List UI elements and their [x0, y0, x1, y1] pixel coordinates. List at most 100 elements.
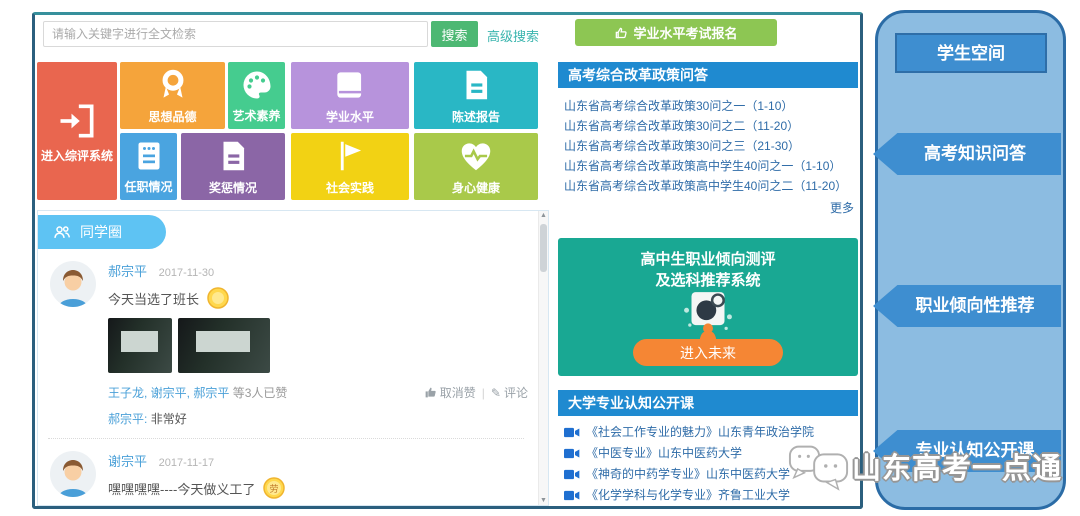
scrollbar[interactable]: ▲ ▼	[538, 211, 548, 505]
tile-label: 艺术素养	[232, 107, 280, 124]
door-enter-icon	[55, 99, 99, 143]
open-courses-header: 大学专业认知公开课	[558, 390, 858, 416]
banner-title-line1: 高中生职业倾向测评	[558, 249, 858, 270]
tile-artistic-quality[interactable]: 艺术素养	[228, 62, 285, 129]
tile-enter-review-system[interactable]: 进入综评系统	[37, 62, 117, 200]
video-camera-icon	[564, 448, 580, 459]
classmate-circle-header: 同学圈	[38, 215, 166, 249]
classmate-circle-title: 同学圈	[80, 222, 122, 242]
sidebar-item-student-space[interactable]: 学生空间	[895, 33, 1047, 73]
like-count-text: 等3人已赞	[233, 386, 288, 400]
book-icon	[331, 66, 369, 104]
comment-text: 非常好	[151, 412, 187, 426]
photo-detail	[121, 331, 158, 352]
policy-link[interactable]: 山东省高考综合改革政策高中学生40问之二（11-20）	[564, 176, 858, 196]
report-document-icon	[457, 66, 495, 104]
policy-link[interactable]: 山东省高考综合改革政策高中学生40问之一（1-10）	[564, 156, 858, 176]
post-photos	[108, 318, 528, 373]
banner-title-line2: 及选科推荐系统	[558, 270, 858, 291]
career-test-illustration-icon	[675, 292, 741, 340]
career-assessment-banner[interactable]: 高中生职业倾向测评 及选科推荐系统 进入未来	[558, 238, 858, 376]
tile-label: 身心健康	[452, 179, 500, 196]
tile-label: 社会实践	[326, 179, 374, 196]
advanced-search-link[interactable]: 高级搜索	[487, 26, 539, 45]
policy-link[interactable]: 山东省高考综合改革政策30问之三（21-30）	[564, 136, 858, 156]
right-column: 高考综合改革政策问答 山东省高考综合改革政策30问之一（1-10） 山东省高考综…	[558, 15, 858, 509]
tile-physical-mental-health[interactable]: 身心健康	[414, 133, 538, 200]
course-item[interactable]: 《用外语照亮“一带一路”》山东青年政治学院	[564, 506, 858, 509]
award-document-icon	[214, 137, 252, 175]
scrollbar-thumb[interactable]	[540, 224, 547, 272]
separator: |	[482, 386, 485, 400]
post-text: 今天当选了班长	[108, 289, 199, 308]
tile-statement-report[interactable]: 陈述报告	[414, 62, 538, 129]
tile-label: 进入综评系统	[41, 147, 113, 164]
tile-label: 学业水平	[326, 108, 374, 125]
pencil-icon: ✎	[491, 386, 501, 400]
heart-pulse-icon	[457, 137, 495, 175]
tile-label: 奖惩情况	[209, 179, 257, 196]
course-title: 《神奇的中药学专业》山东中医药大学	[586, 464, 790, 485]
video-camera-icon	[564, 427, 580, 438]
tile-label: 思想品德	[148, 108, 196, 125]
sidebar-item-gaokao-qa[interactable]: 高考知识问答	[873, 133, 1061, 175]
tile-moral-character[interactable]: 思想品德	[120, 62, 225, 129]
palette-icon	[239, 67, 275, 103]
gold-coin-badge-icon	[207, 287, 229, 309]
policy-qa-section: 高考综合改革政策问答 山东省高考综合改革政策30问之一（1-10） 山东省高考综…	[558, 62, 858, 216]
scrollbar-down-arrow[interactable]: ▼	[539, 497, 548, 504]
policy-qa-header: 高考综合改革政策问答	[558, 62, 858, 88]
badge-character: 劳	[270, 483, 279, 494]
main-panel: 搜索 高级搜索 学业水平考试报名 进入综评系统 思想品德	[32, 12, 863, 509]
page: 搜索 高级搜索 学业水平考试报名 进入综评系统 思想品德	[0, 0, 1080, 516]
tile-label: 任职情况	[124, 178, 172, 195]
feed-post: 谢宗平 2017-11-17 嘿嘿嘿嘿----今天做义工了 劳 谢宗平	[38, 451, 534, 506]
like-names-links[interactable]: 王子龙, 谢宗平, 郝宗平	[108, 386, 229, 400]
more-link[interactable]: 更多	[558, 199, 858, 216]
photo-detail	[196, 331, 249, 352]
sidebar-item-career-recommendation[interactable]: 职业倾向性推荐	[873, 285, 1061, 327]
comment-label: 评论	[504, 384, 528, 401]
thumb-up-icon	[424, 386, 437, 399]
search-input[interactable]	[43, 21, 428, 47]
unlike-label: 取消赞	[440, 384, 476, 401]
course-title: 《用外语照亮“一带一路”》山东青年政治学院	[586, 506, 822, 509]
navigation-sidebar: 学生空间 高考知识问答 职业倾向性推荐 专业认知公开课	[875, 10, 1066, 510]
unlike-button[interactable]: 取消赞	[424, 384, 476, 401]
watermark-text: 山东高考一点通	[852, 445, 1062, 487]
flag-icon	[331, 137, 369, 175]
post-author-link[interactable]: 郝宗平	[108, 264, 147, 279]
classmate-circle-panel: 同学圈 郝宗平 2017-	[37, 210, 549, 506]
course-title: 《中医专业》山东中医药大学	[586, 443, 742, 464]
tile-academic-level[interactable]: 学业水平	[291, 62, 409, 129]
post-photo-thumbnail[interactable]	[108, 318, 172, 373]
avatar[interactable]	[50, 261, 96, 307]
post-date: 2017-11-30	[159, 267, 214, 279]
tile-social-practice[interactable]: 社会实践	[291, 133, 409, 200]
video-camera-icon	[564, 469, 580, 480]
scrollbar-up-arrow[interactable]: ▲	[539, 212, 548, 219]
policy-link[interactable]: 山东省高考综合改革政策30问之一（1-10）	[564, 96, 858, 116]
medal-icon	[154, 66, 192, 104]
policy-link[interactable]: 山东省高考综合改革政策30问之二（11-20）	[564, 116, 858, 136]
post-photo-thumbnail[interactable]	[178, 318, 270, 373]
course-title: 《化学学科与化学专业》齐鲁工业大学	[586, 485, 790, 506]
tile-positions-held[interactable]: 任职情况	[120, 133, 177, 200]
wechat-bubbles-icon	[788, 438, 850, 494]
post-author-link[interactable]: 谢宗平	[108, 454, 147, 469]
tile-rewards-punishments[interactable]: 奖惩情况	[181, 133, 285, 200]
post-date: 2017-11-17	[159, 457, 214, 469]
comment-button[interactable]: ✎ 评论	[491, 384, 528, 401]
enter-future-button[interactable]: 进入未来	[633, 339, 783, 366]
feed-post: 郝宗平 2017-11-30 今天当选了班长	[38, 261, 534, 427]
labor-coin-badge-icon: 劳	[263, 477, 285, 499]
search-button[interactable]: 搜索	[431, 21, 478, 47]
avatar[interactable]	[50, 451, 96, 497]
course-title: 《社会工作专业的魅力》山东青年政治学院	[586, 422, 814, 443]
tile-label: 陈述报告	[452, 108, 500, 125]
divider	[48, 438, 524, 439]
comment-author-link[interactable]: 郝宗平:	[108, 412, 147, 426]
post-text: 嘿嘿嘿嘿----今天做义工了	[108, 479, 255, 498]
video-camera-icon	[564, 490, 580, 501]
watermark: 山东高考一点通	[788, 438, 1062, 494]
